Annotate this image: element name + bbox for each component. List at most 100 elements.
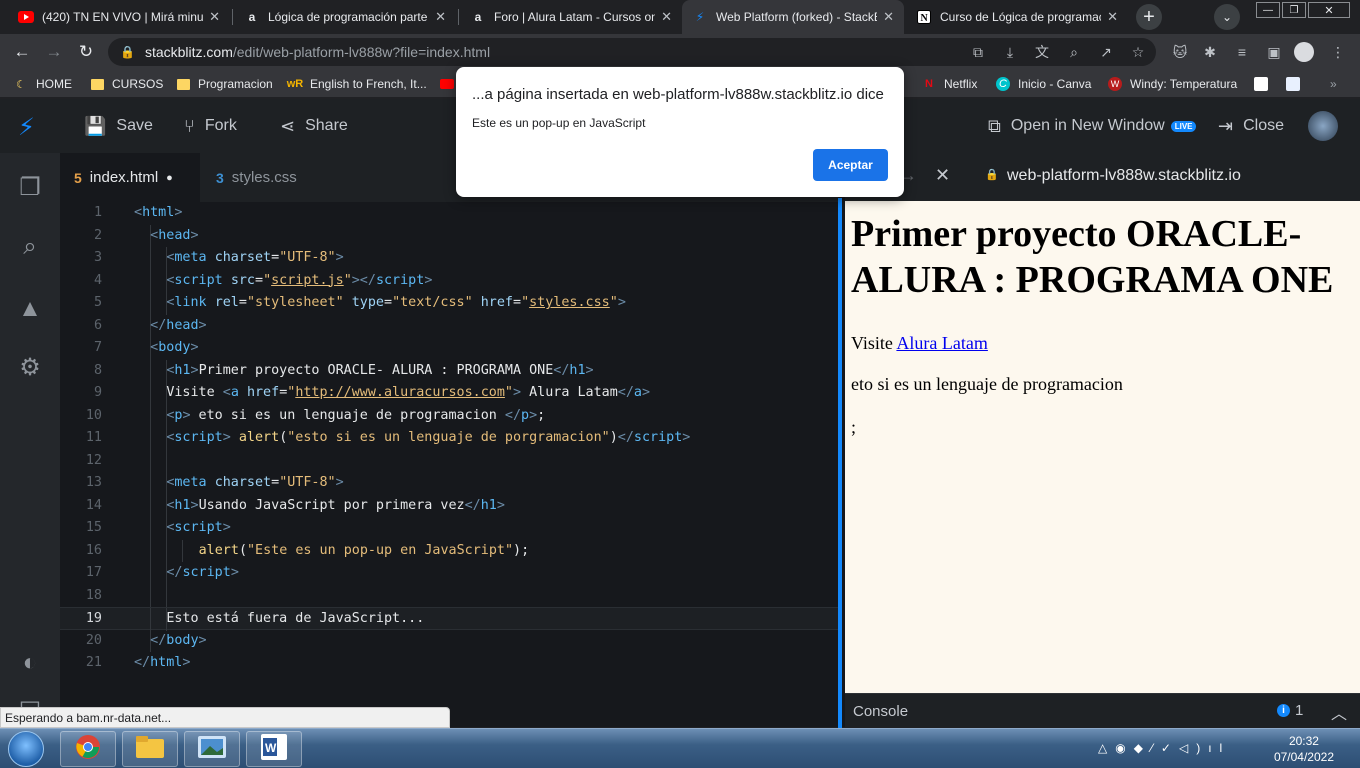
close-icon[interactable]: ✕ <box>209 9 220 25</box>
tab-search-button[interactable]: ⌄ <box>1214 4 1240 30</box>
code-line[interactable]: 16 alert("Este es un pop-up en JavaScript… <box>60 539 838 562</box>
word-taskbar-app[interactable]: W <box>246 731 302 767</box>
bookmark-cursos[interactable]: CURSOS <box>90 75 163 93</box>
sidebar-icon[interactable]: ▣ <box>1264 42 1284 62</box>
chrome-taskbar-app[interactable] <box>60 731 116 767</box>
photos-taskbar-app[interactable] <box>184 731 240 767</box>
activity-bar: ❐ ⌕ ▲ ⚙ ◐ ▭ <box>0 153 60 727</box>
back-icon[interactable]: ← <box>10 40 34 64</box>
close-icon[interactable]: ✕ <box>661 9 672 25</box>
code-line[interactable]: 7 <body> <box>60 337 838 360</box>
files-icon[interactable]: ❐ <box>14 171 46 203</box>
share-icon[interactable]: ↗ <box>1096 42 1116 62</box>
alura-latam-link[interactable]: Alura Latam <box>896 333 987 353</box>
code-line[interactable]: 14 <h1>Usando JavaScript por primera vez<… <box>60 494 838 517</box>
explorer-taskbar-app[interactable] <box>122 731 178 767</box>
star-icon[interactable]: ☆ <box>1128 42 1148 62</box>
save-button[interactable]: 💾 Save <box>84 115 153 137</box>
tab-styles-css[interactable]: 3 styles.css <box>202 153 338 202</box>
code-line[interactable]: 4 <script src="script.js"></script> <box>60 269 838 292</box>
bookmark-programacion[interactable]: Programacion <box>176 75 273 93</box>
close-icon[interactable]: ✕ <box>883 9 894 25</box>
windows-taskbar: W △◉◆⁄✓◁)ıl 20:32 07/04/2022 <box>0 728 1360 768</box>
code-line[interactable]: 3 <meta charset="UTF-8"> <box>60 247 838 270</box>
code-line[interactable]: 15 <script> <box>60 517 838 540</box>
line-number: 1 <box>93 205 102 220</box>
code-line[interactable]: 12 <box>60 449 838 472</box>
bookmark-extra-2[interactable] <box>1286 75 1308 93</box>
fork-button[interactable]: ⑂ Fork <box>184 115 237 137</box>
browser-tab-youtube[interactable]: (420) TN EN VIVO | Mirá minuto ✕ <box>8 0 230 34</box>
zoom-icon[interactable]: ⌕ <box>1064 42 1084 62</box>
close-icon[interactable]: ✕ <box>935 165 950 186</box>
chevron-up-icon[interactable]: ︿ <box>1331 700 1347 724</box>
reload-icon[interactable]: ↻ <box>74 40 98 64</box>
panel-splitter[interactable] <box>838 153 845 728</box>
browser-tab-alura-logica[interactable]: a Lógica de programación parte ✕ <box>234 0 456 34</box>
firebase-icon[interactable]: ▲ <box>14 293 46 325</box>
bookmark-home[interactable]: ☾ HOME <box>14 75 72 93</box>
browser-tab-alura-foro[interactable]: a Foro | Alura Latam - Cursos on ✕ <box>460 0 682 34</box>
start-button[interactable] <box>8 731 44 767</box>
bookmark-netflix[interactable]: N Netflix <box>922 75 977 93</box>
open-new-window-button[interactable]: ⧉ Open in New Window LIVE <box>988 115 1197 137</box>
share-button[interactable]: ⋖ Share <box>280 115 348 137</box>
line-number: 5 <box>93 295 102 310</box>
accept-button[interactable]: Aceptar <box>813 149 888 181</box>
code-editor[interactable]: 1 <html> 2 <head> 3 <meta charset="UTF-8"> 4 <s… <box>60 202 838 727</box>
browser-tab-stackblitz[interactable]: ⚡ Web Platform (forked) - StackB ✕ <box>682 0 904 34</box>
restore-button[interactable]: ❐ <box>1282 2 1306 18</box>
user-avatar[interactable] <box>1308 111 1338 141</box>
code-line[interactable]: 18 <box>60 584 838 607</box>
preview-visit-line: Visite Alura Latam <box>851 333 988 353</box>
browser-tab-notion[interactable]: N Curso de Lógica de programació ✕ <box>906 0 1128 34</box>
url-path: /edit/web-platform-lv888w?file=index.htm… <box>232 44 491 60</box>
code-line[interactable]: 20 </body> <box>60 629 838 652</box>
profile-avatar[interactable] <box>1294 42 1314 62</box>
code-line[interactable]: 19 Esto está fuera de JavaScript... <box>60 607 838 631</box>
close-icon[interactable]: ✕ <box>1107 9 1118 25</box>
code-line[interactable]: 1 <html> <box>60 202 838 225</box>
code-line[interactable]: 13 <meta charset="UTF-8"> <box>60 472 838 495</box>
window-close-button[interactable]: ✕ <box>1308 2 1350 18</box>
search-icon[interactable]: ⌕ <box>14 231 46 263</box>
code-line[interactable]: 21 </html> <box>60 652 838 675</box>
new-tab-button[interactable]: + <box>1136 4 1162 30</box>
bookmark-reverso[interactable]: wR English to French, It... <box>287 75 427 93</box>
code-text: <html> <box>134 205 183 220</box>
bookmark-extra-1[interactable] <box>1254 75 1276 93</box>
line-number: 15 <box>85 520 102 535</box>
clock-date: 07/04/2022 <box>1273 750 1334 764</box>
more-bookmarks-icon[interactable]: » <box>1330 75 1337 93</box>
code-line[interactable]: 17 </script> <box>60 562 838 585</box>
code-line[interactable]: 10 <p> eto si es un lenguaje de programac… <box>60 404 838 427</box>
copy-icon[interactable]: ⧉ <box>968 42 988 62</box>
close-icon[interactable]: ✕ <box>435 9 446 25</box>
preview-address[interactable]: web-platform-lv888w.stackblitz.io <box>1007 167 1241 185</box>
forward-icon[interactable]: → <box>42 40 66 64</box>
media-icon[interactable]: ≡ <box>1232 42 1252 62</box>
system-tray-icons[interactable]: △◉◆⁄✓◁)ıl <box>1098 741 1230 755</box>
code-line[interactable]: 11 <script> alert("esto si es un lenguaje… <box>60 427 838 450</box>
install-icon[interactable]: ⤓ <box>1000 42 1020 62</box>
console-panel[interactable]: Console i 1 ︿ <box>845 693 1360 727</box>
address-bar[interactable]: 🔒 stackblitz.com/edit/web-platform-lv888… <box>108 38 1156 66</box>
bookmark-canva[interactable]: C Inicio - Canva <box>996 75 1091 93</box>
code-line[interactable]: 8 <h1>Primer proyecto ORACLE- ALURA : PRO… <box>60 359 838 382</box>
bookmark-windy[interactable]: W Windy: Temperatura <box>1108 75 1237 93</box>
close-button[interactable]: ⇥ Close <box>1218 115 1284 137</box>
stackblitz-logo-icon[interactable]: ⚡ <box>18 113 35 142</box>
theme-toggle-icon[interactable]: ◐ <box>14 647 46 679</box>
translate-icon[interactable]: 文 <box>1032 42 1052 62</box>
code-line[interactable]: 2 <head> <box>60 224 838 247</box>
gear-icon[interactable]: ⚙ <box>14 351 46 383</box>
menu-icon[interactable]: ⋮ <box>1328 42 1348 62</box>
code-line[interactable]: 6 </head> <box>60 314 838 337</box>
puzzle-icon[interactable]: ✱ <box>1200 42 1220 62</box>
taskbar-clock[interactable]: 20:32 07/04/2022 <box>1274 733 1334 765</box>
code-line[interactable]: 5 <link rel="stylesheet" type="text/css" … <box>60 292 838 315</box>
minimize-button[interactable]: — <box>1256 2 1280 18</box>
code-line[interactable]: 9 Visite <a href="http://www.aluracursos.… <box>60 382 838 405</box>
tab-index-html[interactable]: 5 index.html ● <box>60 153 200 202</box>
extension-cat-icon[interactable]: 🐱 <box>1170 42 1190 62</box>
